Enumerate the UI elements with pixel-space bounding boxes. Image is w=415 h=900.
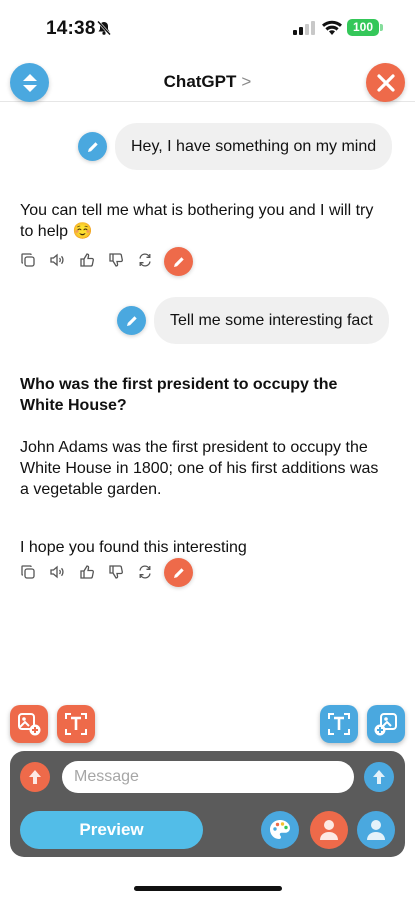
thumbs-up-icon[interactable] xyxy=(79,252,95,268)
speaker-icon[interactable] xyxy=(49,564,65,580)
arrow-up-icon xyxy=(373,770,385,784)
person-icon xyxy=(367,820,385,840)
regenerate-icon[interactable] xyxy=(137,564,153,580)
user-persona-button[interactable] xyxy=(357,811,395,849)
bell-slash-icon xyxy=(97,20,111,36)
message-line: I hope you found this interesting xyxy=(20,539,247,556)
home-indicator xyxy=(134,886,282,891)
add-image-button[interactable] xyxy=(10,705,48,743)
user-message-bubble: Tell me some interesting fact xyxy=(154,297,389,344)
pencil-icon xyxy=(173,256,184,267)
chat-title-text: ChatGPT xyxy=(163,72,237,91)
send-as-assistant-button[interactable] xyxy=(20,762,50,792)
message-line: Who was the first president to occupy th… xyxy=(20,376,338,393)
edit-message-button[interactable] xyxy=(117,306,146,335)
assistant-message: Who was the first president to occupy th… xyxy=(20,374,378,558)
thumbs-down-icon[interactable] xyxy=(108,252,124,268)
wifi-icon xyxy=(322,20,342,35)
preview-button[interactable]: Preview xyxy=(20,811,203,849)
status-time: 14:38 xyxy=(46,18,96,39)
close-icon xyxy=(376,73,395,92)
thumbs-up-icon[interactable] xyxy=(79,564,95,580)
assistant-persona-button[interactable] xyxy=(310,811,348,849)
theme-button[interactable] xyxy=(261,811,299,849)
chat-title[interactable]: ChatGPT > xyxy=(0,72,415,92)
chevron-right-icon: > xyxy=(241,72,252,91)
answer-body: John Adams was the first president to oc… xyxy=(20,437,378,500)
send-as-user-button[interactable] xyxy=(364,762,394,792)
message-line: White House in 1800; one of his first ad… xyxy=(20,460,379,477)
image-add-icon xyxy=(374,713,397,736)
speaker-icon[interactable] xyxy=(49,252,65,268)
text-tool-button[interactable] xyxy=(57,705,95,743)
palette-icon xyxy=(270,820,290,839)
person-icon xyxy=(320,820,338,840)
image-add-icon xyxy=(18,713,41,736)
message-line: You can tell me what is bothering you an… xyxy=(20,202,374,219)
signal-icon xyxy=(293,21,315,35)
user-message-bubble: Hey, I have something on my mind xyxy=(115,123,393,170)
sort-button[interactable] xyxy=(10,63,49,102)
text-tool-button-right[interactable] xyxy=(320,705,358,743)
status-bar: 14:38 100 xyxy=(0,0,415,56)
pencil-icon xyxy=(87,141,98,152)
battery-tip xyxy=(380,24,383,31)
close-button[interactable] xyxy=(366,63,405,102)
message-line: John Adams was the first president to oc… xyxy=(20,439,368,456)
edit-response-button[interactable] xyxy=(164,558,193,587)
copy-icon[interactable] xyxy=(20,564,36,580)
battery-indicator: 100 xyxy=(347,19,379,36)
pencil-icon xyxy=(173,567,184,578)
sort-arrows-icon xyxy=(22,73,37,92)
copy-icon[interactable] xyxy=(20,252,36,268)
regenerate-icon[interactable] xyxy=(137,252,153,268)
thumbs-down-icon[interactable] xyxy=(108,564,124,580)
message-input[interactable] xyxy=(62,761,354,793)
text-frame-icon xyxy=(65,713,87,735)
pencil-icon xyxy=(126,315,137,326)
assistant-message: You can tell me what is bothering you an… xyxy=(20,200,373,242)
arrow-up-icon xyxy=(29,770,41,784)
text-frame-icon xyxy=(328,713,350,735)
answer-heading: Who was the first president to occupy th… xyxy=(20,374,378,416)
message-line: a vegetable garden. xyxy=(20,481,162,498)
edit-response-button[interactable] xyxy=(164,247,193,276)
edit-message-button[interactable] xyxy=(78,132,107,161)
message-line: to help ☺️ xyxy=(20,223,93,240)
add-image-button-right[interactable] xyxy=(367,705,405,743)
message-line: White House? xyxy=(20,397,127,414)
nav-bar: ChatGPT > xyxy=(0,56,415,102)
